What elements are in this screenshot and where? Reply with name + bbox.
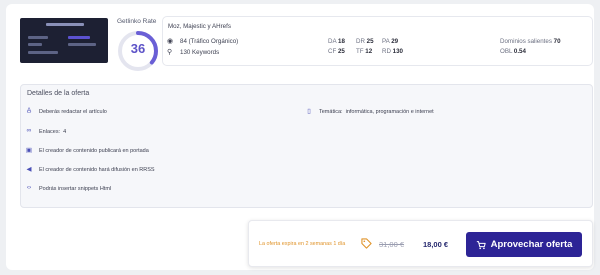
code-icon: ‹›	[26, 184, 32, 191]
metric-pa: PA 29	[382, 38, 399, 45]
social-row: El creador de contenido hará difusión en…	[39, 167, 155, 173]
homepage-icon: ▣	[25, 147, 33, 154]
metric-cf: CF 25	[328, 48, 345, 55]
keywords-icon: ⚲	[167, 49, 173, 56]
offer-cta: La oferta expira en 2 semanas 1 día 31,0…	[248, 220, 593, 267]
metric-tf: TF 12	[356, 48, 373, 55]
take-offer-button[interactable]: Aprovechar oferta	[466, 232, 582, 257]
offer-details: Detalles de la oferta A̲ Deberás redacta…	[20, 84, 593, 208]
tag-icon	[361, 238, 372, 249]
expire-text: La oferta expira en 2 semanas 1 día	[259, 241, 346, 247]
metric-outgoing: Dominios salientes 70	[500, 38, 561, 45]
pen-icon: A̲	[26, 107, 32, 114]
offer-title: Detalles de la oferta	[27, 90, 90, 97]
bookmark-icon: ▯	[307, 108, 311, 115]
eye-icon: ◉	[167, 38, 174, 45]
gauge-label: Getlinko Rate	[117, 18, 157, 25]
homepage-row: El creador de contenido publicará en por…	[39, 148, 149, 154]
megaphone-icon: ◀	[26, 166, 32, 173]
rate-value: 36	[130, 41, 146, 56]
topic-row: Temática: informática, programación e in…	[319, 109, 434, 115]
metrics-panel: Moz, Majestic y AHrefs ◉ 84 (Tráfico Org…	[162, 16, 593, 66]
metrics-source: Moz, Majestic y AHrefs	[168, 23, 231, 30]
links-row: Enlaces: 4	[39, 129, 67, 135]
take-offer-label: Aprovechar oferta	[490, 239, 573, 250]
link-icon: ∞	[26, 127, 32, 134]
new-price: 18,00 €	[423, 240, 449, 249]
must-write: Deberás redactar el artículo	[39, 109, 107, 115]
html-row: Podrás insertar snippets Html	[39, 186, 112, 192]
keywords-value: 130 Keywords	[180, 49, 220, 56]
old-price: 31,00 €	[379, 240, 405, 249]
cart-icon	[476, 240, 486, 249]
metric-da: DA 18	[328, 38, 345, 45]
metric-rd: RD 130	[382, 48, 403, 55]
metric-obl: OBL 0.54	[500, 48, 526, 55]
offer-card: Getlinko Rate 36 Moz, Majestic y AHrefs …	[6, 4, 594, 270]
site-thumbnail[interactable]	[20, 18, 108, 63]
traffic-value: 84 (Tráfico Orgánico)	[180, 38, 239, 45]
metric-dr: DR 25	[356, 38, 374, 45]
